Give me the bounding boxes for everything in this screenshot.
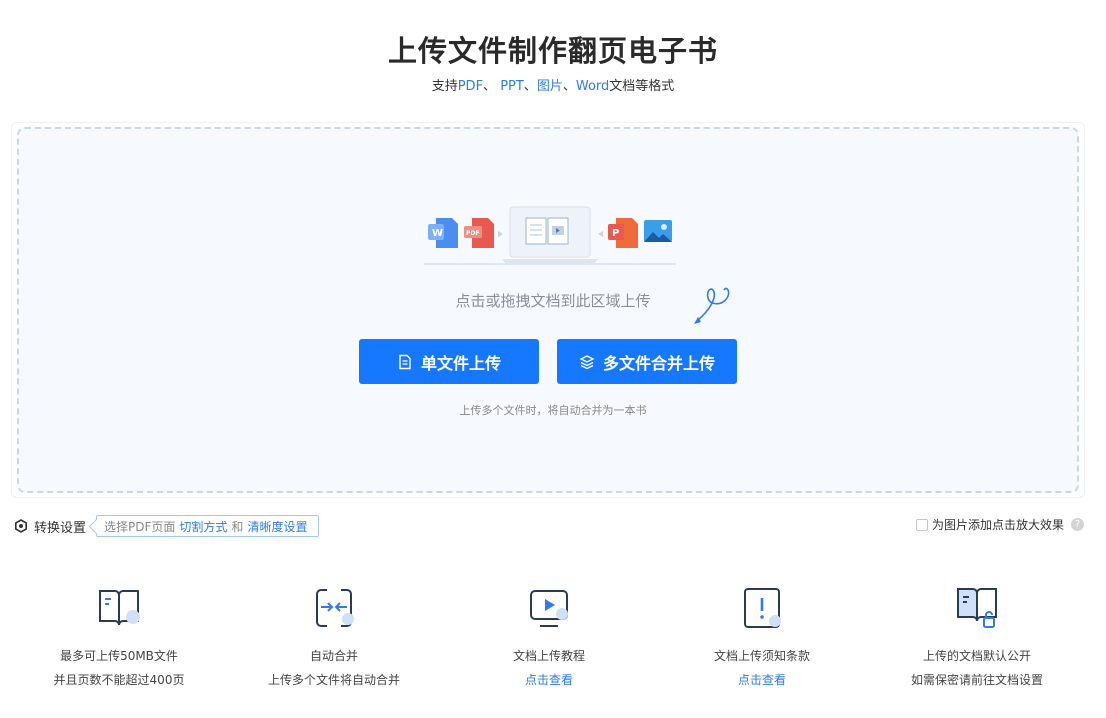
laptop-icon — [502, 206, 598, 264]
feature-line1: 自动合并 — [309, 649, 358, 663]
book-icon — [99, 590, 140, 626]
subtitle-sep: 、 — [562, 79, 576, 94]
video-tutorial-icon — [530, 590, 568, 627]
format-ppt: PPT — [500, 79, 524, 94]
feature-line1: 上传的文档默认公开 — [922, 649, 1031, 663]
feature-line2: 如需保密请前往文档设置 — [910, 673, 1043, 687]
feature-auto-merge: 自动合并 上传多个文件将自动合并 — [234, 585, 434, 688]
page-title: 上传文件制作翻页电子书 — [387, 34, 718, 68]
single-file-upload-label: 单文件上传 — [420, 353, 501, 373]
feature-default-public: 上传的文档默认公开 如需保密请前往文档设置 — [877, 585, 1077, 688]
layers-icon — [579, 354, 595, 369]
conversion-settings-label: 转换设置 — [34, 520, 87, 536]
curved-arrow-icon — [694, 287, 730, 324]
book-lock-icon — [957, 588, 997, 628]
format-pdf: PDF — [457, 79, 484, 94]
cut-mode-link[interactable]: 切割方式 — [179, 518, 227, 535]
subtitle-suffix: 文档等格式 — [609, 79, 675, 94]
image-zoom-option[interactable]: 为图片添加点击放大效果 ? — [915, 516, 1084, 533]
notice-icon — [744, 588, 781, 628]
feature-upload-terms: 文档上传须知条款 点击查看 — [662, 585, 862, 688]
help-icon[interactable]: ? — [1071, 518, 1084, 531]
format-word: Word — [575, 79, 610, 94]
image-zoom-label: 为图片添加点击放大效果 — [931, 518, 1064, 532]
ppt-icon: P — [608, 218, 638, 248]
word-icon: W — [428, 218, 458, 248]
pdf-icon: PDF — [464, 218, 494, 248]
terms-view-link[interactable]: 点击查看 — [662, 671, 862, 688]
feature-line1: 文档上传须知条款 — [713, 649, 810, 663]
subtitle-prefix: 支持 — [431, 79, 458, 94]
document-icon — [399, 354, 411, 369]
feature-line1: 文档上传教程 — [512, 649, 585, 663]
merge-note: 上传多个文件时，将自动合并为一本书 — [459, 404, 647, 417]
image-icon — [644, 220, 672, 242]
clarity-settings-link[interactable]: 清晰度设置 — [247, 518, 307, 535]
tutorial-view-link[interactable]: 点击查看 — [449, 671, 649, 688]
merge-icon — [316, 589, 354, 627]
page-subtitle: 支持PDF、 PPT、图片、Word文档等格式 — [0, 75, 1106, 94]
settings-tip-prefix: 选择PDF页面 — [104, 519, 176, 534]
subtitle-sep: 、 — [483, 79, 501, 94]
feature-upload-tutorial: 文档上传教程 点击查看 — [449, 585, 649, 688]
multi-file-upload-label: 多文件合并上传 — [602, 353, 715, 373]
format-image: 图片 — [536, 79, 563, 94]
conversion-settings[interactable]: 转换设置 选择PDF页面 切割方式 和 清晰度设置 — [14, 514, 320, 538]
settings-tip: 选择PDF页面 切割方式 和 清晰度设置 — [96, 515, 320, 537]
feature-line2: 上传多个文件将自动合并 — [267, 673, 400, 687]
svg-text:P: P — [612, 228, 619, 239]
svg-text:W: W — [432, 228, 443, 239]
feature-line1: 最多可上传50MB文件 — [60, 649, 178, 663]
svg-text:PDF: PDF — [466, 230, 479, 237]
single-file-upload-button[interactable]: 单文件上传 — [359, 339, 539, 384]
file-formats-illustration: W PDF P — [424, 206, 676, 265]
subtitle-sep: 、 — [523, 79, 537, 94]
dropzone-hint: 点击或拖拽文档到此区域上传 — [455, 292, 651, 310]
multi-file-upload-button[interactable]: 多文件合并上传 — [557, 339, 737, 384]
feature-file-limit: 最多可上传50MB文件 并且页数不能超过400页 — [19, 585, 219, 688]
feature-line2: 并且页数不能超过400页 — [53, 673, 185, 687]
settings-tip-and: 和 — [231, 519, 244, 534]
gear-icon — [14, 519, 27, 533]
image-zoom-checkbox[interactable] — [915, 518, 928, 531]
